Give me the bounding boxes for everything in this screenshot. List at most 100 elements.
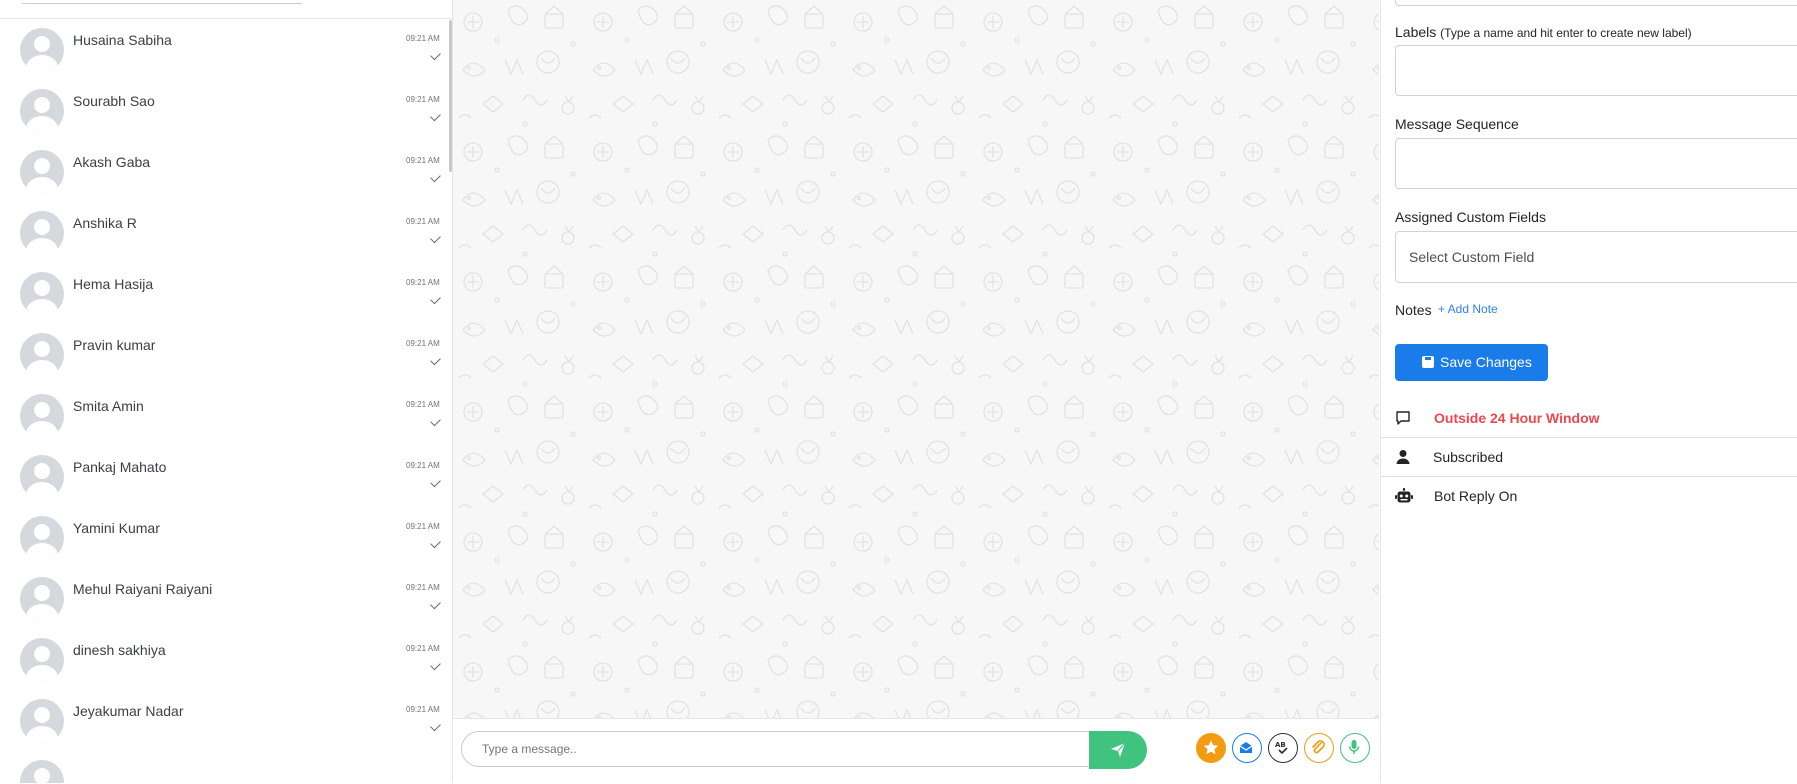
check-icon <box>430 476 441 488</box>
message-time: 09:21 AM <box>406 95 440 104</box>
check-icon <box>430 720 441 732</box>
avatar <box>20 760 64 783</box>
contact-name: Yamini Kumar <box>73 520 160 536</box>
avatar <box>20 394 64 438</box>
send-icon <box>1111 742 1126 757</box>
contact-name: Husaina Sabiha <box>73 32 172 48</box>
avatar <box>20 150 64 194</box>
contact-name: Pravin kumar <box>73 337 156 353</box>
contact-list-item[interactable]: Hema Hasija 09:21 AM <box>0 262 452 323</box>
message-time: 09:21 AM <box>406 34 440 43</box>
save-icon <box>1422 356 1434 368</box>
contact-list-item[interactable]: Smita Amin 09:21 AM <box>0 384 452 445</box>
bot-status-text: Bot Reply On <box>1434 488 1518 504</box>
message-time: 09:21 AM <box>406 705 440 714</box>
contact-name: dinesh sakhiya <box>73 642 166 658</box>
star-button[interactable] <box>1196 733 1226 763</box>
contact-name: Anshika R <box>73 215 137 231</box>
subscription-status-text: Subscribed <box>1433 449 1504 465</box>
contact-list-item[interactable]: Jeyakumar Nadar 09:21 AM <box>0 689 452 750</box>
contact-list-item-partial[interactable] <box>0 750 452 783</box>
message-time: 09:21 AM <box>406 522 440 531</box>
contact-sidebar: Husaina Sabiha 09:21 AM Sourabh Sao 09:21 A… <box>0 0 453 783</box>
labels-hint: (Type a name and hit enter to create new… <box>1440 26 1692 40</box>
check-icon <box>430 110 441 122</box>
svg-text:AB: AB <box>1275 741 1286 749</box>
robot-icon <box>1395 488 1413 503</box>
add-note-link[interactable]: + Add Note <box>1438 302 1498 316</box>
check-icon <box>430 49 441 61</box>
previous-field-input[interactable] <box>1395 0 1797 6</box>
contact-name: Jeyakumar Nadar <box>73 703 184 719</box>
avatar <box>20 638 64 682</box>
spellcheck-button[interactable]: AB <box>1268 733 1298 763</box>
paperclip-icon <box>1312 740 1325 754</box>
search-bar-remnant <box>0 0 452 19</box>
contact-name: Mehul Raiyani Raiyani <box>73 581 213 597</box>
bot-status-row: Bot Reply On <box>1381 477 1797 515</box>
contact-list-item[interactable]: Pravin kumar 09:21 AM <box>0 323 452 384</box>
labels-input[interactable] <box>1395 45 1797 96</box>
message-time: 09:21 AM <box>406 583 440 592</box>
contact-list-item[interactable]: dinesh sakhiya 09:21 AM <box>0 628 452 689</box>
email-template-button[interactable] <box>1232 733 1262 763</box>
contact-name: Akash Gaba <box>73 154 151 170</box>
send-button[interactable] <box>1089 731 1147 769</box>
save-changes-button[interactable]: Save Changes <box>1395 344 1548 381</box>
custom-field-select[interactable]: Select Custom Field <box>1395 231 1797 283</box>
attachment-button[interactable] <box>1304 733 1334 763</box>
check-icon <box>430 232 441 244</box>
labels-heading: Labels (Type a name and hit enter to cre… <box>1395 24 1692 40</box>
check-icon <box>430 598 441 610</box>
contact-list-item[interactable]: Anshika R 09:21 AM <box>0 201 452 262</box>
window-status-row: Outside 24 Hour Window <box>1381 399 1797 438</box>
check-icon <box>430 354 441 366</box>
avatar <box>20 333 64 377</box>
contact-name: Hema Hasija <box>73 276 154 292</box>
user-icon <box>1396 450 1410 464</box>
contact-list: Husaina Sabiha 09:21 AM Sourabh Sao 09:21 A… <box>0 18 452 783</box>
contact-list-scrollbar[interactable] <box>449 20 452 172</box>
contact-list-item[interactable]: Yamini Kumar 09:21 AM <box>0 506 452 567</box>
labels-title: Labels <box>1395 24 1437 40</box>
message-time: 09:21 AM <box>406 400 440 409</box>
contact-name: Smita Amin <box>73 398 144 414</box>
avatar <box>20 516 64 560</box>
avatar <box>20 272 64 316</box>
voice-record-button[interactable] <box>1340 733 1370 763</box>
chat-background-pattern <box>453 0 1379 718</box>
spellcheck-icon: AB <box>1275 741 1288 755</box>
message-time: 09:21 AM <box>406 156 440 165</box>
contact-list-item[interactable]: Akash Gaba 09:21 AM <box>0 140 452 201</box>
avatar <box>20 455 64 499</box>
message-sequence-input[interactable] <box>1395 138 1797 189</box>
check-icon <box>430 537 441 549</box>
email-icon <box>1239 742 1253 753</box>
contact-list-item[interactable]: Pankaj Mahato 09:21 AM <box>0 445 452 506</box>
message-input[interactable] <box>461 731 1108 767</box>
contact-list-item[interactable]: Husaina Sabiha 09:21 AM <box>0 18 452 79</box>
message-time: 09:21 AM <box>406 461 440 470</box>
chat-area: AB <box>453 0 1379 784</box>
avatar <box>20 28 64 72</box>
window-status-text: Outside 24 Hour Window <box>1434 410 1600 426</box>
message-sequence-title: Message Sequence <box>1395 116 1519 132</box>
contact-name: Sourabh Sao <box>73 93 155 109</box>
custom-fields-title: Assigned Custom Fields <box>1395 209 1546 225</box>
avatar <box>20 577 64 621</box>
message-time: 09:21 AM <box>406 217 440 226</box>
contact-list-item[interactable]: Mehul Raiyani Raiyani 09:21 AM <box>0 567 452 628</box>
message-time: 09:21 AM <box>406 339 440 348</box>
check-icon <box>430 293 441 305</box>
contact-name: Pankaj Mahato <box>73 459 167 475</box>
notes-title: Notes <box>1395 302 1432 318</box>
check-icon <box>430 659 441 671</box>
subscription-status-row: Subscribed <box>1381 438 1797 477</box>
contact-list-item[interactable]: Sourabh Sao 09:21 AM <box>0 79 452 140</box>
message-time: 09:21 AM <box>406 644 440 653</box>
message-time: 09:21 AM <box>406 278 440 287</box>
save-button-label: Save Changes <box>1440 354 1532 370</box>
message-composer: AB <box>453 718 1379 784</box>
comment-icon <box>1396 411 1410 425</box>
avatar <box>20 699 64 743</box>
